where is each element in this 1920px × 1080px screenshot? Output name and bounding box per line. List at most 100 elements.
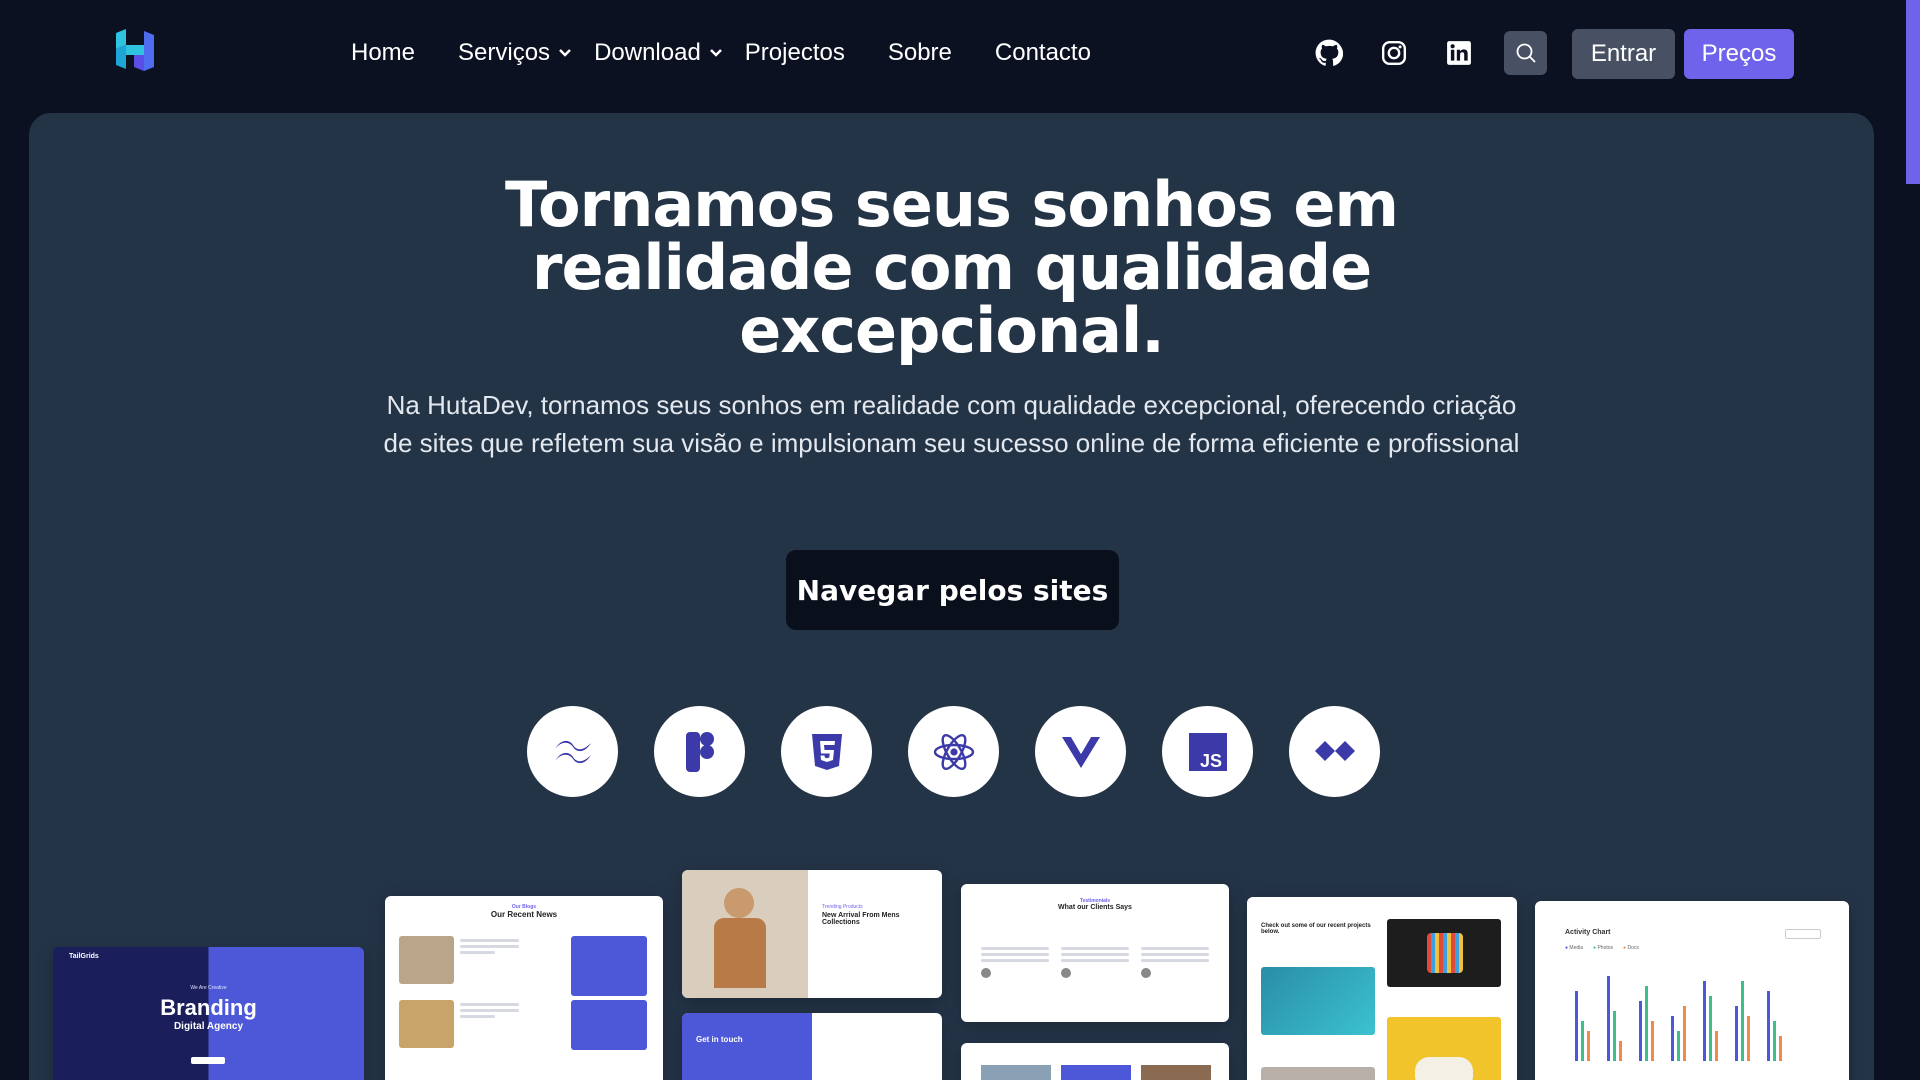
github-icon[interactable] [1313,37,1345,69]
chart-bar [1645,986,1648,1061]
top-navbar: Home Serviços Download Projectos Sobre C… [0,0,1920,108]
hutadev-logo-icon[interactable] [112,25,158,75]
nav-contacto[interactable]: Contacto [995,39,1091,67]
period-select[interactable] [1785,929,1821,939]
nav-download[interactable]: Download [594,39,723,67]
chart-bar-group [1671,961,1689,1061]
project-image [1261,1067,1375,1080]
preview-title: New Arrival From Mens Collections [822,912,900,926]
javascript-icon: JS [1162,706,1253,797]
hero-section: Tornamos seus sonhos em realidade com qu… [29,113,1874,1080]
preview-brand: TailGrids [69,953,99,960]
chart-bar [1767,991,1770,1061]
contact-preview[interactable]: Get in touch [682,1013,942,1080]
technology-list: JS [527,706,1416,797]
nav-sobre-label: Sobre [887,39,952,66]
chart-bars [1575,961,1835,1061]
projects-preview[interactable]: Check out some of our recent projects be… [1247,897,1517,1080]
hero-title-line: excepcional. [739,294,1165,367]
chart-bar-group [1607,961,1625,1061]
chart-bar [1671,1016,1674,1061]
chart-bar [1709,996,1712,1061]
instagram-icon[interactable] [1378,37,1410,69]
chart-bar-group [1703,961,1721,1061]
news-preview[interactable]: Our Blogs Our Recent News [385,896,663,1080]
react-icon [908,706,999,797]
nav-servicos-label: Serviços [458,39,551,66]
legend-docs: Docs [1627,945,1639,951]
preview-title: What our Clients Says [1058,904,1132,911]
hero-subtitle: Na HutaDev, tornamos seus sonhos em real… [383,390,1520,458]
chart-bar [1779,1036,1782,1061]
chart-legend: ● Media ● Photos ● Docs [1565,945,1639,951]
preview-title: Branding [160,995,257,1020]
chevron-down-icon [709,49,722,57]
news-card [399,1000,519,1060]
chart-bar [1639,1001,1642,1061]
hero-title-line: Tornamos seus sonhos em [505,168,1399,241]
preview-title: Our Recent News [490,910,558,919]
browse-sites-button[interactable]: Navegar pelos sites [786,550,1119,630]
alpine-icon [1289,706,1380,797]
chart-bar [1677,1031,1680,1061]
chart-bar [1607,976,1610,1061]
preview-title: Activity Chart [1565,929,1611,936]
contact-panel: Get in touch [682,1013,812,1080]
nav-home[interactable]: Home [351,39,415,67]
nav-download-label: Download [594,39,701,66]
linkedin-icon[interactable] [1443,37,1475,69]
tailwind-icon [527,706,618,797]
news-card [399,936,519,996]
chart-bar [1715,1031,1718,1061]
preview-subtitle: Digital Agency [173,1021,244,1032]
project-image [1387,1017,1501,1080]
chart-bar-group [1639,961,1657,1061]
news-card-highlight [571,936,647,996]
preview-button [191,1057,225,1064]
nav-contacto-label: Contacto [994,39,1091,66]
chart-bar [1613,1011,1616,1061]
chart-bar [1747,1016,1750,1061]
nav-sobre[interactable]: Sobre [888,39,952,67]
scrollbar-thumb[interactable] [1906,0,1920,184]
chart-bar-group [1575,961,1593,1061]
chart-bar [1619,1041,1622,1061]
project-image [1261,967,1375,1035]
chart-bar [1735,1006,1738,1061]
chart-bar [1587,1031,1590,1061]
nav-servicos[interactable]: Serviços [458,39,572,67]
chart-bar [1703,981,1706,1061]
testimonials-preview[interactable]: Testimonials What our Clients Says [961,884,1229,1022]
preview-title: Check out some of our recent projects be… [1261,923,1371,935]
nav-projectos[interactable]: Projectos [745,39,845,67]
svg-text:JS: JS [1199,751,1221,771]
chart-bar [1581,1021,1584,1061]
news-card-highlight [571,1000,647,1050]
vue-icon [1035,706,1126,797]
testimonial-cards [981,944,1209,978]
chart-bar [1683,1006,1686,1061]
preview-title: Get in touch [696,1035,743,1044]
chart-bar-group [1735,961,1753,1061]
html5-icon [781,706,872,797]
branding-preview[interactable]: TailGrids We Are Creative Branding Digit… [53,947,364,1080]
pricing-button[interactable]: Preços [1684,29,1794,79]
legend-media: Media [1569,945,1584,951]
chart-bar [1651,1021,1654,1061]
figma-icon [654,706,745,797]
login-button[interactable]: Entrar [1572,29,1675,79]
main-menu: Home Serviços Download Projectos Sobre C… [351,36,1134,70]
activity-chart-preview[interactable]: Activity Chart ● Media ● Photos ● Docs [1535,901,1849,1080]
chart-bar [1575,991,1578,1061]
search-icon [1516,43,1536,63]
gallery-preview[interactable] [961,1043,1229,1080]
preview-kicker: We Are Creative [190,985,227,991]
chart-bar-group [1767,961,1785,1061]
model-photo [682,870,808,998]
fashion-preview[interactable]: Trending Products New Arrival From Mens … [682,870,942,998]
legend-photos: Photos [1597,945,1614,951]
chart-bar [1773,1021,1776,1061]
chevron-down-icon [559,49,571,57]
hero-title: Tornamos seus sonhos em realidade com qu… [29,173,1874,362]
search-button[interactable] [1504,31,1547,75]
